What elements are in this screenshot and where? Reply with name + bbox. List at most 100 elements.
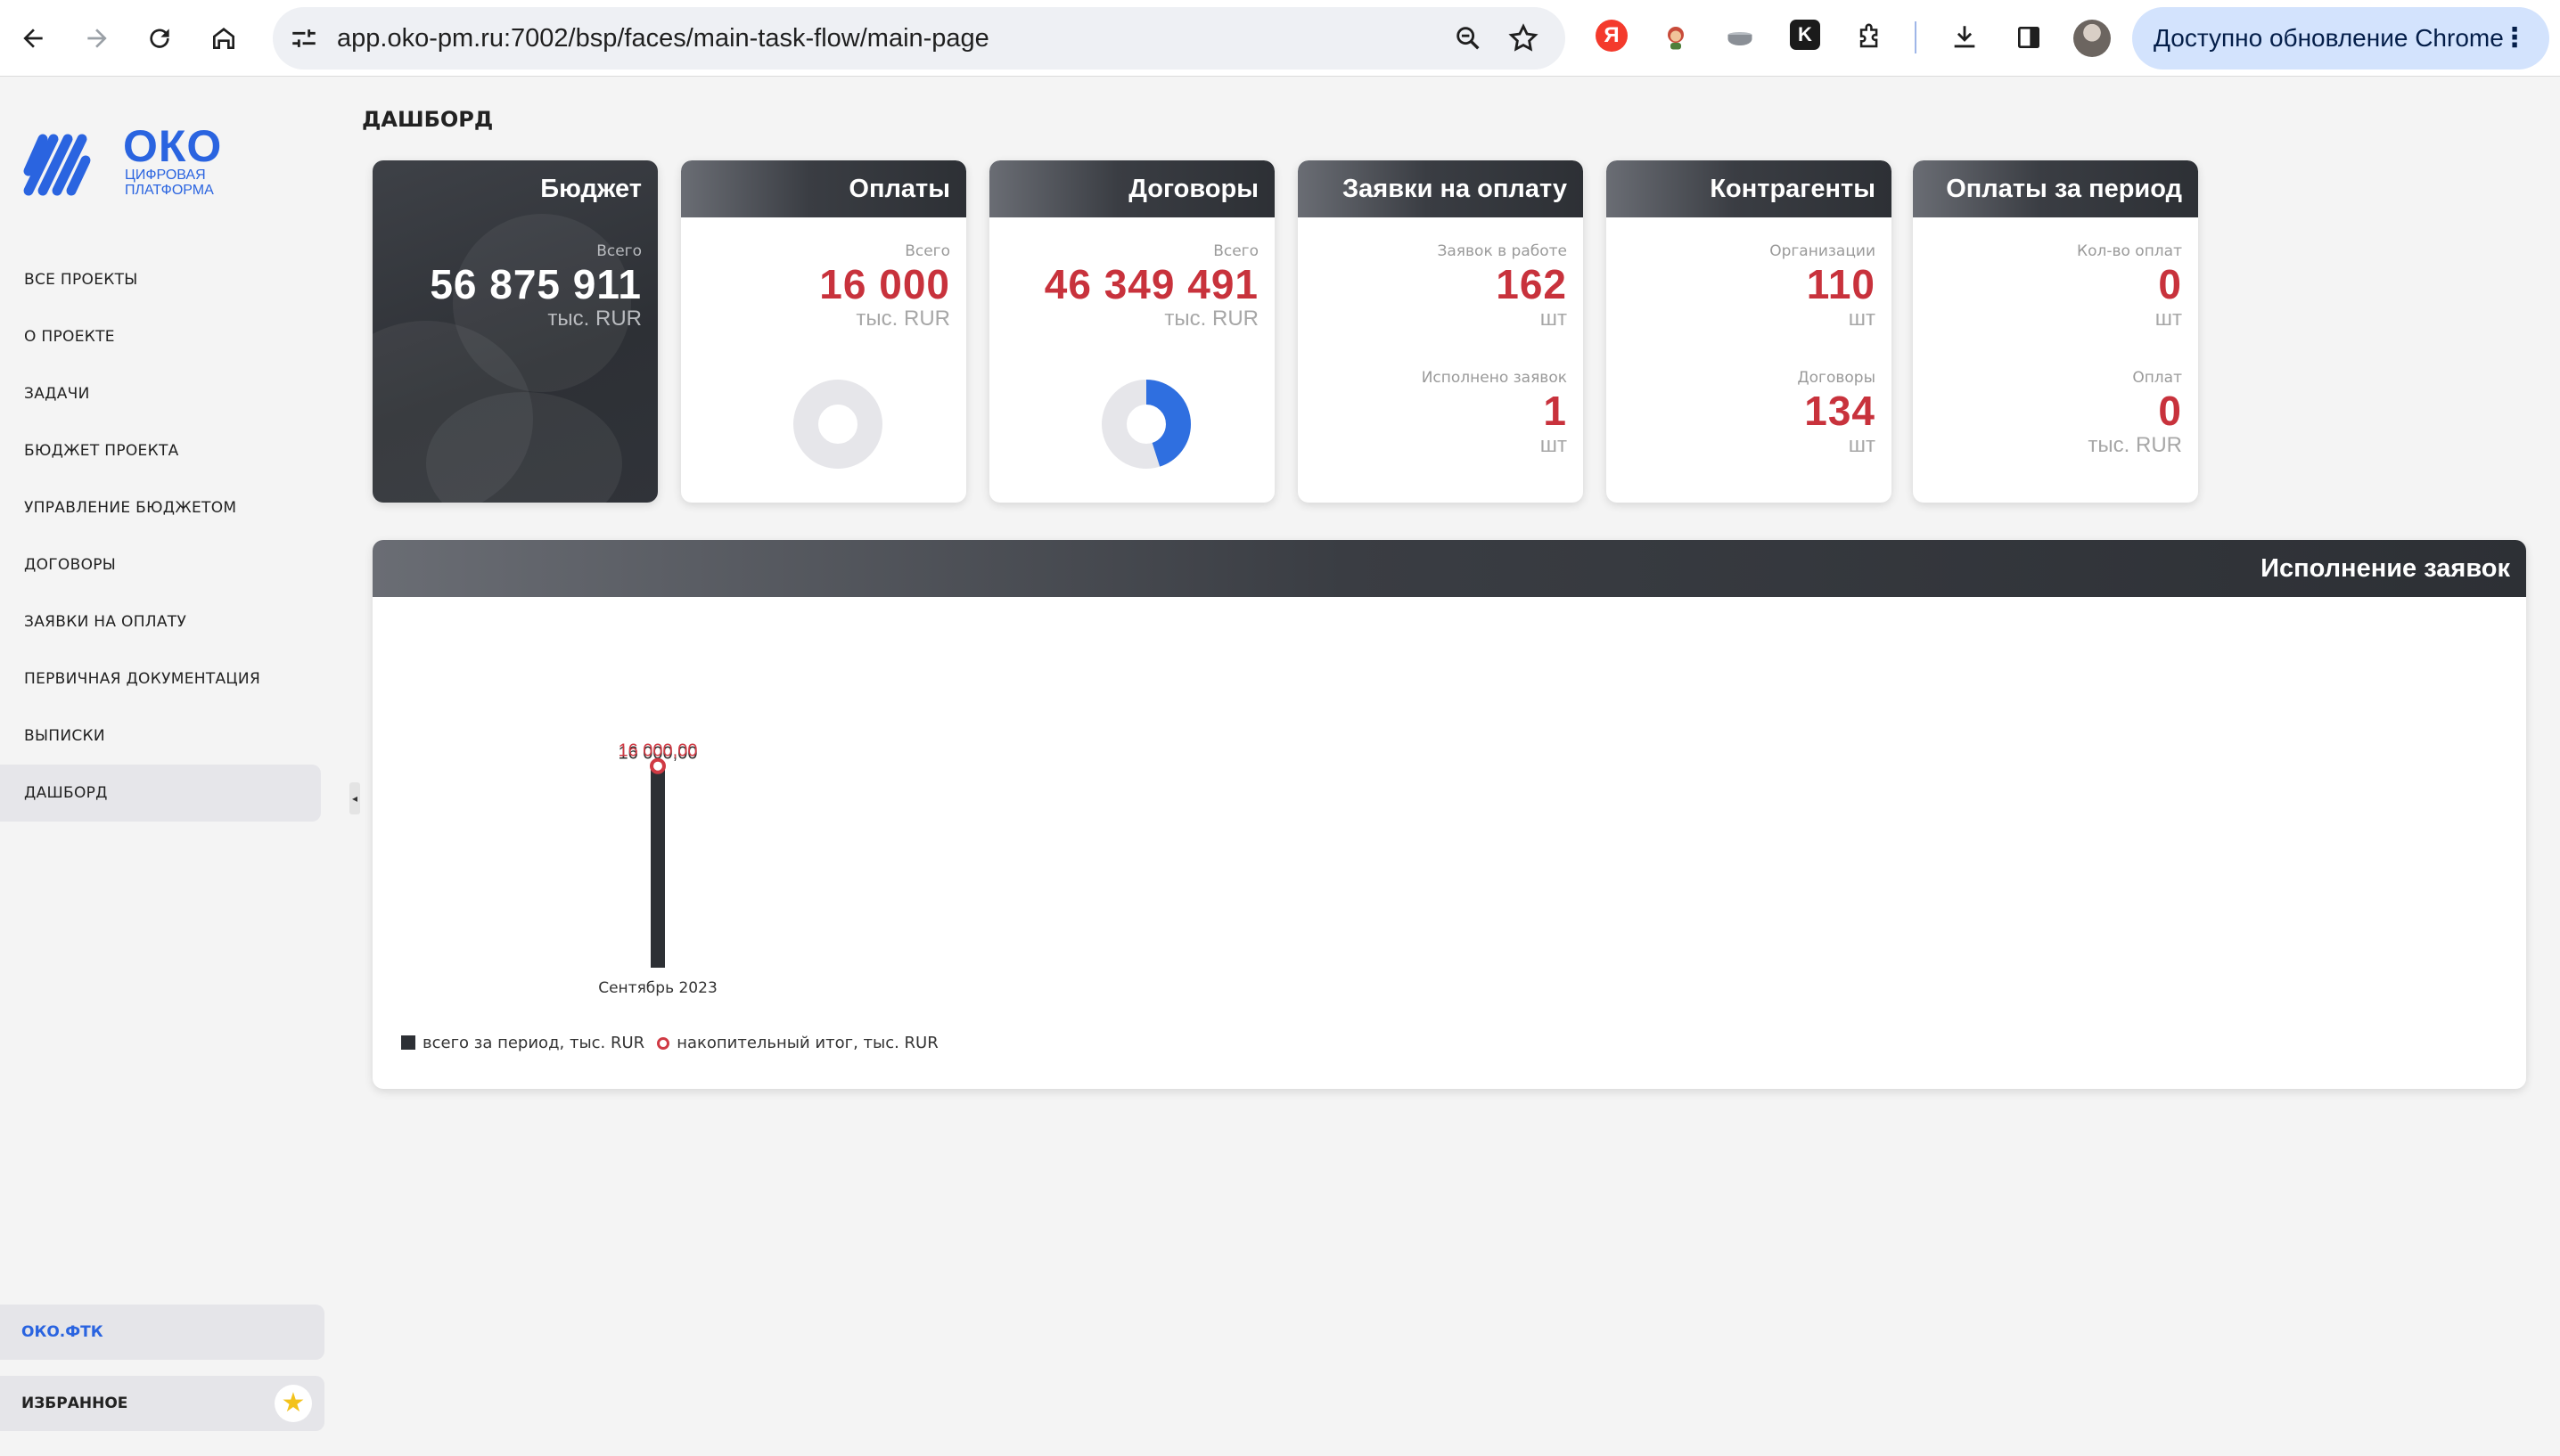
card-title: Бюджет	[540, 175, 642, 203]
contracts-card[interactable]: Договоры Всего 46 349 491 тыс. RUR	[989, 160, 1275, 503]
metric-unit: шт	[1848, 307, 1875, 331]
donut-track	[793, 380, 882, 469]
metric-value: 162	[1496, 261, 1567, 307]
chrome-update-button[interactable]: Доступно обновление Chrome ⋮	[2132, 7, 2549, 70]
home-button[interactable]	[203, 18, 244, 59]
sidebar-item-tasks[interactable]: ЗАДАЧИ	[0, 365, 321, 422]
metric-unit: тыс. RUR	[547, 307, 642, 331]
arrow-left-icon	[23, 29, 43, 48]
metric-value: 110	[1806, 261, 1875, 307]
budget-card[interactable]: Бюджет Всего 56 875 911 тыс. RUR	[373, 160, 658, 503]
metric-label: Оплат	[2132, 369, 2182, 387]
metric-unit: шт	[2154, 307, 2182, 331]
sidebar-collapse-handle[interactable]: ◂	[349, 782, 360, 814]
url-text[interactable]: app.oko-pm.ru:7002/bsp/faces/main-task-f…	[337, 7, 989, 70]
sidebar-item-primary-documents[interactable]: ПЕРВИЧНАЯ ДОКУМЕНТАЦИЯ	[0, 650, 321, 708]
card-title: Оплаты за период	[1913, 160, 2198, 217]
metric-label: Кол-во оплат	[2077, 242, 2182, 260]
oko-logo[interactable]: ОКО цифровая платформа	[20, 121, 234, 201]
period-payments-card[interactable]: Оплаты за период Кол-во оплат 0 шт Оплат…	[1913, 160, 2198, 503]
yandex-extension-icon[interactable]: Я	[1596, 20, 1628, 52]
update-label: Доступно обновление Chrome	[2154, 24, 2504, 52]
zoom-icon[interactable]	[1453, 23, 1483, 53]
line-data-label: 16 000,00	[619, 741, 698, 761]
oko-logo-mark-icon	[23, 134, 91, 196]
panel-title: Исполнение заявок	[373, 540, 2526, 597]
payments-donut-chart	[793, 380, 882, 469]
contracts-donut-chart	[1102, 380, 1191, 469]
toolbar-separator	[1915, 21, 1916, 53]
logo-subtitle-line-1: цифровая	[125, 168, 206, 183]
metric-unit: тыс. RUR	[2088, 433, 2182, 457]
extensions-puzzle-icon[interactable]	[1850, 18, 1890, 57]
sidebar: ОКО цифровая платформа ВСЕ ПРОЕКТЫ О ПРО…	[0, 77, 339, 1456]
sidebar-item-dashboard[interactable]: ДАШБОРД	[0, 765, 321, 822]
requests-execution-chart: 16 000,0016 000,00Сентябрь 2023	[598, 741, 718, 997]
legend-bar-label: всего за период, тыс. RUR	[423, 1034, 645, 1052]
favorites-star-icon[interactable]: ★	[275, 1385, 312, 1422]
metric-value: 0	[2158, 261, 2182, 307]
metric-label: Всего	[1213, 242, 1259, 260]
sidebar-item-payment-requests[interactable]: ЗАЯВКИ НА ОПЛАТУ	[0, 593, 321, 650]
kebab-menu-icon[interactable]: ⋮	[2501, 7, 2528, 70]
metric-unit: шт	[1539, 307, 1567, 331]
side-panel-icon[interactable]	[2009, 18, 2048, 57]
site-settings-icon[interactable]	[289, 23, 319, 53]
legend-item-line[interactable]: накопительный итог, тыс. RUR	[657, 1034, 939, 1052]
forward-button[interactable]	[77, 18, 118, 59]
oko-ftk-link[interactable]: ОКО.ФТК	[0, 1305, 324, 1360]
chart-bar[interactable]	[651, 765, 665, 968]
address-bar[interactable]: app.oko-pm.ru:7002/bsp/faces/main-task-f…	[273, 7, 1565, 70]
legend-item-bar[interactable]: всего за период, тыс. RUR	[401, 1034, 644, 1052]
sidebar-item-all-projects[interactable]: ВСЕ ПРОЕКТЫ	[0, 251, 321, 308]
download-icon[interactable]	[1945, 18, 1984, 57]
payments-card[interactable]: Оплаты Всего 16 000 тыс. RUR	[681, 160, 966, 503]
legend-line-marker	[657, 1037, 670, 1050]
sidebar-item-statements[interactable]: ВЫПИСКИ	[0, 708, 321, 765]
metric-value: 0	[2158, 388, 2182, 434]
x-tick-label: Сентябрь 2023	[598, 979, 718, 997]
metric-unit: тыс. RUR	[1164, 307, 1259, 331]
k-extension-icon[interactable]: K	[1790, 20, 1820, 50]
sidebar-item-project-budget[interactable]: БЮДЖЕТ ПРОЕКТА	[0, 422, 321, 479]
metric-value: 134	[1804, 388, 1875, 434]
page-title: ДАШБОРД	[362, 107, 494, 132]
metric-label: Всего	[596, 242, 642, 260]
extension-mascot-icon[interactable]	[1656, 18, 1695, 57]
sidebar-item-budget-management[interactable]: УПРАВЛЕНИЕ БЮДЖЕТОМ	[0, 479, 321, 536]
back-button[interactable]	[12, 18, 53, 59]
reload-button[interactable]	[139, 18, 180, 59]
sidebar-item-about-project[interactable]: О ПРОЕКТЕ	[0, 308, 321, 365]
extension-hat-icon[interactable]	[1720, 18, 1760, 57]
metric-label: Исполнено заявок	[1421, 369, 1567, 387]
metric-value: 46 349 491	[1044, 261, 1259, 307]
metric-unit: шт	[1848, 433, 1875, 457]
logo-title: ОКО	[123, 121, 223, 171]
legend-bar-swatch	[401, 1035, 415, 1050]
sidebar-item-contracts[interactable]: ДОГОВОРЫ	[0, 536, 321, 593]
metric-unit: шт	[1539, 433, 1567, 457]
legend-line-label: накопительный итог, тыс. RUR	[677, 1034, 939, 1052]
card-title: Заявки на оплату	[1298, 160, 1583, 217]
metric-label: Заявок в работе	[1437, 242, 1567, 260]
metric-label: Всего	[905, 242, 950, 260]
arrow-right-icon	[87, 29, 107, 48]
chart-legend: всего за период, тыс. RUR накопительный …	[401, 1034, 939, 1052]
logo-subtitle: цифровая платформа	[125, 168, 214, 198]
metric-label: Организации	[1769, 242, 1875, 260]
metric-unit: тыс. RUR	[856, 307, 950, 331]
metric-value: 16 000	[819, 261, 950, 307]
card-title: Контрагенты	[1606, 160, 1891, 217]
metric-label: Договоры	[1797, 369, 1875, 387]
oko-ftk-label: ОКО.ФТК	[21, 1323, 103, 1341]
sidebar-menu: ВСЕ ПРОЕКТЫ О ПРОЕКТЕ ЗАДАЧИ БЮДЖЕТ ПРОЕ…	[0, 251, 321, 822]
profile-avatar[interactable]	[2073, 20, 2111, 57]
cumulative-point[interactable]	[650, 757, 666, 774]
favorites-item[interactable]: ИЗБРАННОЕ ★	[0, 1376, 324, 1431]
payment-requests-card[interactable]: Заявки на оплату Заявок в работе 162 шт …	[1298, 160, 1583, 503]
card-title: Оплаты	[681, 160, 966, 217]
reload-icon	[150, 29, 169, 48]
card-title: Договоры	[989, 160, 1275, 217]
counterparties-card[interactable]: Контрагенты Организации 110 шт Договоры …	[1606, 160, 1891, 503]
bookmark-star-icon[interactable]	[1506, 21, 1540, 55]
